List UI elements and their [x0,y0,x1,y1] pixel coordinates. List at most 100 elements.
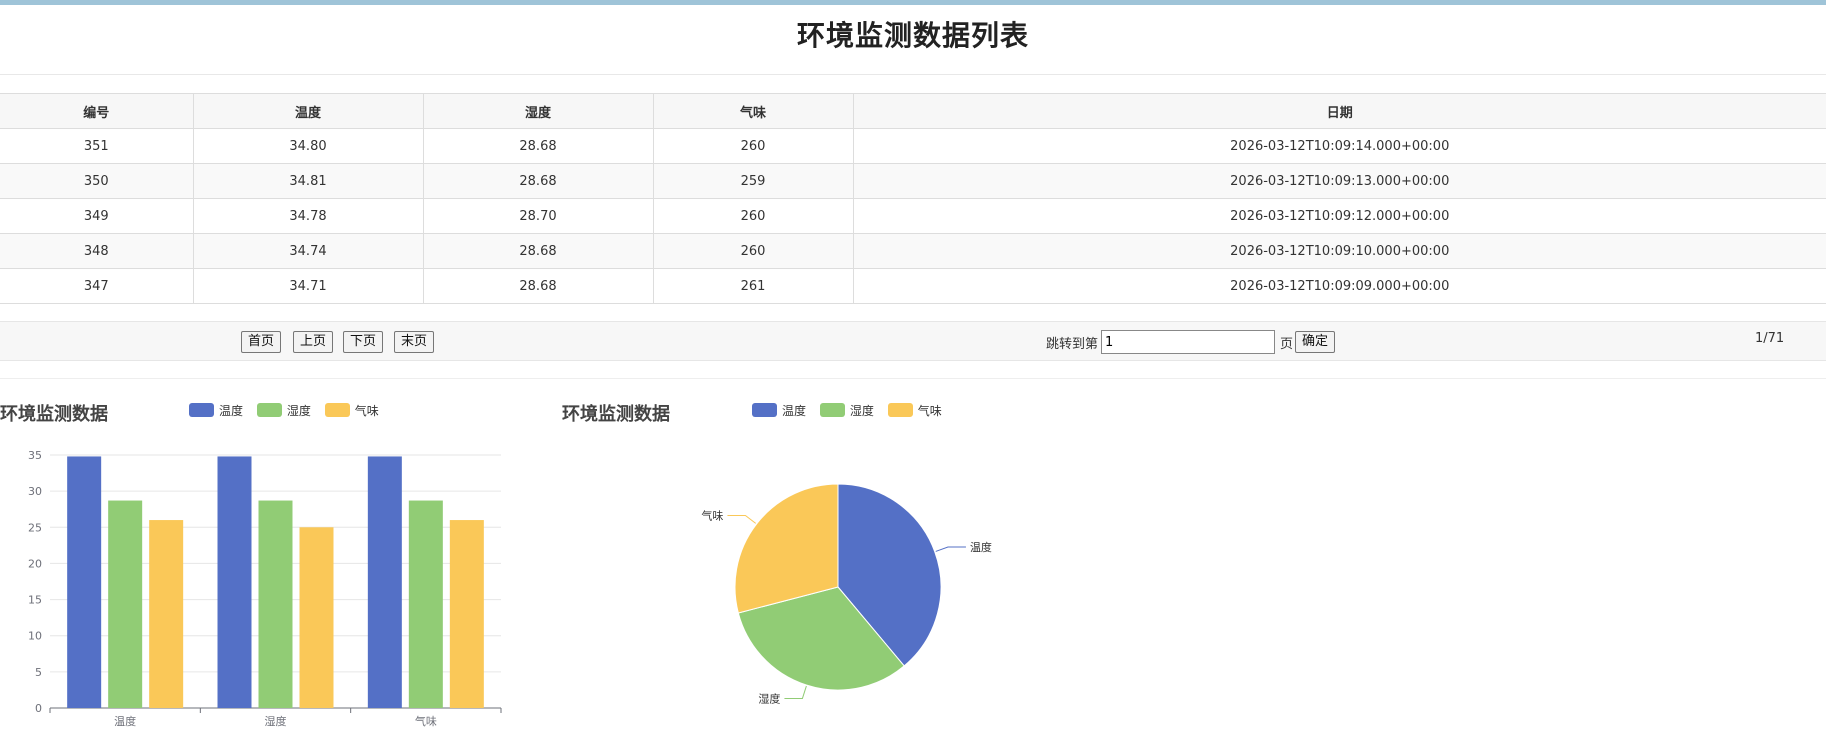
legend-label: 温度 [219,404,244,418]
column-header-humidity: 湿度 [422,93,654,129]
table-row: 349 34.78 28.70 260 2026-03-12T10:09:12.… [0,198,1826,234]
legend-label: 湿度 [849,404,874,418]
x-tick-label: 气味 [415,714,437,728]
y-tick-label: 30 [28,485,42,498]
pie-chart-legend: 温度 湿度 气味 [752,402,952,418]
legend-item-smell[interactable]: 气味 [324,402,379,419]
y-tick-label: 10 [28,630,42,643]
cell-id: 349 [0,198,194,234]
cell-id: 351 [0,128,194,164]
cell-date: 2026-03-12T10:09:14.000+00:00 [852,128,1826,164]
legend-item-temperature[interactable]: 温度 [189,402,243,419]
legend-item-humidity[interactable]: 湿度 [819,402,874,419]
table-row: 350 34.81 28.68 259 2026-03-12T10:09:13.… [0,163,1826,199]
prev-page-button[interactable]: 上页 [293,331,334,353]
table-row: 351 34.80 28.68 260 2026-03-12T10:09:14.… [0,128,1826,164]
cell-humidity: 28.68 [422,233,654,269]
bar-湿度[interactable] [408,500,443,708]
bar-气味[interactable] [299,527,334,708]
cell-date: 2026-03-12T10:09:09.000+00:00 [852,268,1826,304]
bar-chart-title: 环境监测数据 [0,404,108,425]
column-header-date: 日期 [852,93,1826,129]
cell-smell: 260 [652,233,854,269]
cell-date: 2026-03-12T10:09:12.000+00:00 [852,198,1826,234]
data-table: 编号 温度 湿度 气味 日期 351 34.80 28.68 260 2026-… [0,93,1826,304]
bar-气味[interactable] [149,520,184,708]
cell-humidity: 28.68 [422,163,654,199]
y-tick-label: 25 [28,521,42,534]
column-header-temperature: 温度 [192,93,424,129]
legend-item-smell[interactable]: 气味 [887,402,942,419]
cell-temperature: 34.78 [192,198,424,234]
bar-湿度[interactable] [108,500,143,708]
next-page-button[interactable]: 下页 [343,331,384,353]
pie-slice-label: 气味 [701,508,723,522]
cell-date: 2026-03-12T10:09:13.000+00:00 [852,163,1826,199]
cell-smell: 259 [652,163,854,199]
legend-label: 气味 [917,404,942,418]
cell-temperature: 34.74 [192,233,424,269]
cell-temperature: 34.81 [192,163,424,199]
legend-swatch [324,403,350,417]
pie-chart: 温度湿度 气味 [701,483,992,705]
cell-id: 350 [0,163,194,199]
cell-humidity: 28.70 [422,198,654,234]
legend-swatch [752,403,777,417]
table-row: 348 34.74 28.68 260 2026-03-12T10:09:10.… [0,233,1826,269]
page-title: 环境监测数据列表 [796,19,1029,52]
bar-温度[interactable] [367,456,402,708]
cell-smell: 261 [652,268,854,304]
pie-chart-title: 环境监测数据 [562,404,670,425]
cell-id: 347 [0,268,194,304]
bar-chart: 0 5 10 15 20 25 30 35 温度 湿度 气味 [28,449,502,728]
page-count: 1/71 [1755,331,1785,346]
legend-swatch [256,403,282,417]
y-tick-label: 20 [28,557,42,570]
table-row: 347 34.71 28.68 261 2026-03-12T10:09:09.… [0,268,1826,304]
bar-chart-legend: 温度 湿度 气味 [189,402,389,418]
page-suffix-label: 页 [1280,337,1294,352]
y-tick-label: 35 [28,449,42,462]
cell-date: 2026-03-12T10:09:10.000+00:00 [852,233,1826,269]
legend-swatch [189,403,214,417]
column-header-id: 编号 [0,93,194,129]
pie-label-line [935,546,966,552]
cell-temperature: 34.80 [192,128,424,164]
page-number-input[interactable] [1101,330,1275,354]
pie-slice-label: 湿度 [758,691,780,705]
legend-swatch [819,403,845,417]
cell-smell: 260 [652,198,854,234]
y-tick-label: 0 [35,702,42,715]
last-page-button[interactable]: 末页 [394,331,435,353]
cell-temperature: 34.71 [192,268,424,304]
section-divider [0,378,1826,379]
column-header-smell: 气味 [652,93,854,129]
legend-item-humidity[interactable]: 湿度 [256,402,311,419]
bar-湿度[interactable] [258,500,293,708]
cell-humidity: 28.68 [422,128,654,164]
bar-温度[interactable] [217,456,252,708]
bar-气味[interactable] [449,520,484,708]
legend-label: 温度 [782,404,807,418]
x-tick-label: 湿度 [265,714,287,728]
title-divider [0,74,1826,75]
pie-label-line [727,514,757,524]
bar-温度[interactable] [67,456,102,708]
pagination-bar: 首页 上页 下页 末页 跳转到第 页 确定 1/71 [0,321,1826,361]
pie-label-line [784,685,807,699]
legend-item-temperature[interactable]: 温度 [752,402,806,419]
legend-label: 湿度 [286,404,311,418]
confirm-jump-button[interactable]: 确定 [1295,331,1336,353]
table-header-row: 编号 温度 湿度 气味 日期 [0,93,1826,129]
y-tick-label: 15 [28,594,42,607]
cell-id: 348 [0,233,194,269]
cell-smell: 260 [652,128,854,164]
pie-slice-label: 温度 [970,540,992,554]
top-border [0,0,1826,5]
legend-label: 气味 [354,404,379,418]
x-tick-label: 温度 [114,714,136,728]
first-page-button[interactable]: 首页 [241,331,282,353]
legend-swatch [887,403,913,417]
y-tick-label: 5 [35,666,42,679]
jump-to-label: 跳转到第 [1046,337,1099,352]
